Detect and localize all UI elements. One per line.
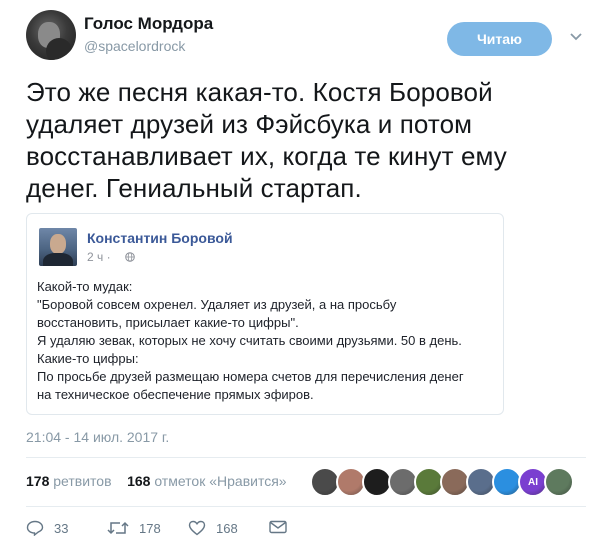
- reply-icon: [26, 520, 44, 536]
- likes-count: 168: [127, 473, 151, 489]
- quoted-author-avatar[interactable]: [39, 228, 77, 266]
- retweets-label: ретвитов: [53, 473, 112, 489]
- reply-count: 33: [54, 520, 69, 536]
- quoted-post-line: Какие-то цифры:: [37, 351, 139, 366]
- divider: [26, 506, 586, 507]
- quoted-post-card[interactable]: Константин Боровой 2 ч · Какой-то мудак:…: [26, 213, 504, 415]
- author-avatar[interactable]: [26, 10, 76, 60]
- quoted-post-line: Какой-то мудак:: [37, 279, 133, 294]
- tweet-stats: 178 ретвитов 168 отметок «Нравится»: [26, 473, 287, 489]
- quoted-post-line: Я удаляю зевак, которых не хочу считать …: [37, 333, 462, 348]
- tweet-timestamp[interactable]: 21:04 - 14 июл. 2017 г.: [26, 429, 169, 445]
- heart-icon: [188, 520, 206, 536]
- quoted-author-name[interactable]: Константин Боровой: [87, 230, 233, 246]
- retweets-stat[interactable]: 178 ретвитов: [26, 473, 112, 489]
- quoted-post-line: на техническое обеспечение прямых эфиров…: [37, 387, 314, 402]
- author-name[interactable]: Голос Мордора: [84, 14, 213, 34]
- likes-stat[interactable]: 168 отметок «Нравится»: [127, 473, 287, 489]
- tweet-text: Это же песня какая-то. Костя Боровой уда…: [26, 77, 507, 203]
- retweet-action[interactable]: 178: [107, 520, 161, 536]
- likes-label: отметок «Нравится»: [154, 473, 287, 489]
- message-action[interactable]: [269, 520, 287, 534]
- quoted-post-line: "Боровой совсем охренел. Удаляет из друз…: [37, 297, 397, 312]
- reply-action[interactable]: 33: [26, 520, 68, 536]
- like-count: 168: [216, 520, 238, 536]
- quoted-post-line: По просьбе друзей размещаю номера счетов…: [37, 369, 464, 384]
- globe-icon: [125, 252, 135, 262]
- envelope-icon: [269, 520, 287, 534]
- divider: [26, 457, 586, 458]
- follow-button[interactable]: Читаю: [447, 22, 552, 56]
- retweets-count: 178: [26, 473, 50, 489]
- quoted-post-text: Какой-то мудак: "Боровой совсем охренел.…: [37, 278, 497, 404]
- quoted-post-line: восстановить, присылает какие-то цифры".: [37, 315, 299, 330]
- author-handle[interactable]: @spacelordrock: [84, 38, 185, 54]
- like-action[interactable]: 168: [188, 520, 238, 536]
- liker-avatar[interactable]: [544, 467, 574, 497]
- chevron-down-icon[interactable]: [568, 28, 584, 44]
- retweet-count: 178: [139, 520, 161, 536]
- quoted-post-time: 2 ч ·: [87, 250, 111, 264]
- retweet-icon: [107, 521, 129, 535]
